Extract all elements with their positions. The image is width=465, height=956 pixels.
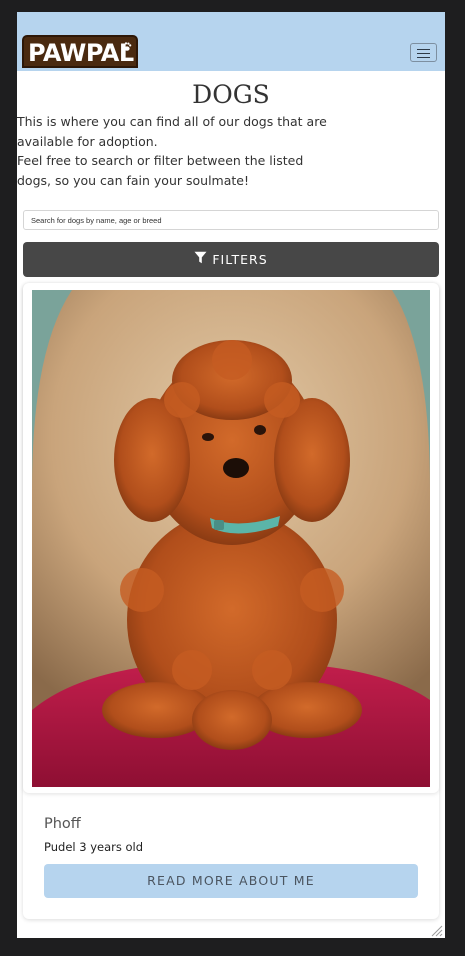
dog-photo-frame [23, 283, 439, 793]
resize-grip-icon[interactable] [430, 924, 443, 937]
intro-line-2: Feel free to search or filter between th… [17, 153, 304, 188]
pawpal-logo[interactable]: PAWPAL [22, 35, 138, 68]
hamburger-menu-icon[interactable] [410, 43, 437, 62]
intro-line-1: This is where you can find all of our do… [17, 114, 327, 149]
filters-button[interactable]: FILTERS [23, 242, 439, 277]
dog-photo[interactable] [32, 290, 430, 787]
paw-icon [122, 42, 132, 55]
filter-funnel-icon [194, 242, 207, 277]
intro-text: This is where you can find all of our do… [17, 112, 337, 190]
browser-viewport: PAWPAL DOGS This is where you can find a… [17, 12, 445, 938]
read-more-button[interactable]: READ MORE ABOUT ME [44, 864, 418, 898]
filters-label: FILTERS [212, 252, 268, 267]
page-title: DOGS [192, 80, 270, 109]
dog-card: Phoff Pudel 3 years old READ MORE ABOUT … [23, 283, 439, 919]
logo-text: PAWPAL [28, 39, 134, 67]
dog-name: Phoff [44, 816, 81, 832]
search-input[interactable] [23, 210, 439, 230]
dog-details: Pudel 3 years old [44, 840, 144, 854]
navbar: PAWPAL [17, 12, 445, 71]
